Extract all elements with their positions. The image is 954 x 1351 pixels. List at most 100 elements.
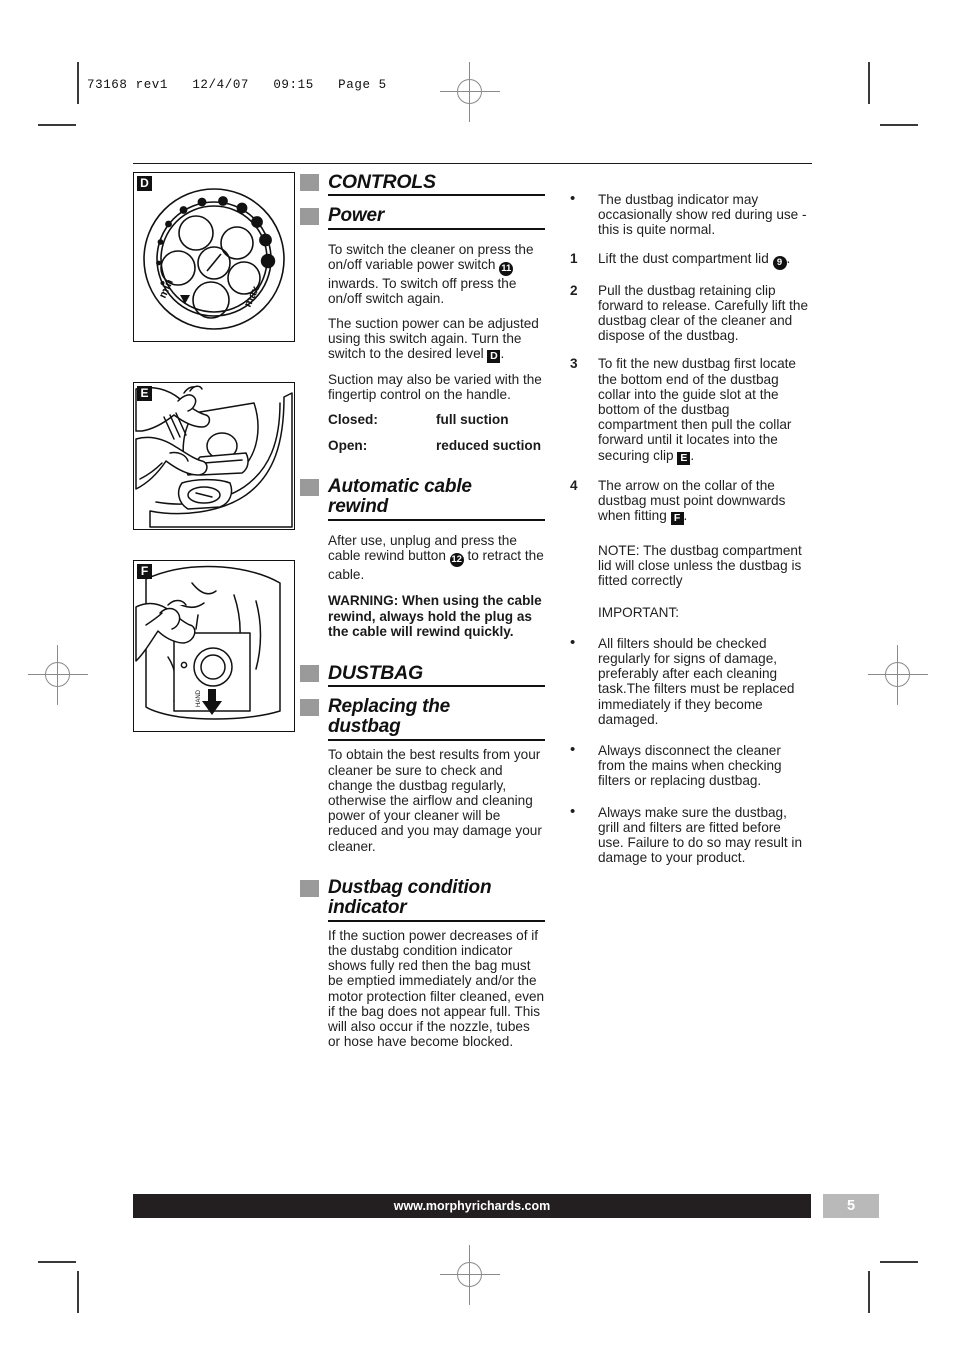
list-item-text: Lift the dust compartment lid 9. [598, 251, 810, 270]
dial-min-label: min [157, 277, 176, 300]
step-number: 1 [570, 250, 578, 266]
list-item: 1 Lift the dust compartment lid 9. [570, 251, 810, 270]
step-3-text-b: . [690, 447, 695, 463]
step-4-text-a: The arrow on the collar of the dustbag m… [598, 477, 786, 524]
bullet-marker: • [570, 741, 576, 759]
callout-badge-12: 12 [449, 553, 464, 568]
registration-mark-right [868, 645, 928, 705]
heading-marker-square [300, 208, 319, 225]
rewind-paragraph-1: After use, unplug and press the cable re… [300, 533, 545, 582]
important-label: IMPORTANT: [598, 604, 680, 620]
power-paragraph-3: Suction may also be varied with the fing… [328, 372, 542, 403]
power-p1-part-b: inwards. To switch off press the on/off … [328, 276, 517, 307]
closed-value: full suction [436, 412, 509, 428]
dustbag-collar-illustration-icon: HAND [135, 565, 281, 720]
list-item-text: To fit the new dustbag first locate the … [598, 356, 810, 465]
power-paragraph-1: To switch the cleaner on press the on/of… [300, 242, 545, 307]
callout-badge-e: E [677, 451, 691, 465]
heading-replacing-dustbag: Replacing the dustbag [300, 697, 545, 742]
list-item-text: Pull the dustbag retaining clip forward … [598, 282, 809, 344]
step-number: 3 [570, 356, 578, 372]
dustbag-clip-illustration-icon [135, 385, 293, 528]
heading-marker-square [300, 665, 319, 683]
list-item-text: The dustbag indicator may occasionally s… [598, 192, 807, 238]
registration-mark-bottom [440, 1245, 500, 1305]
heading-dustbag: DUSTBAG [300, 662, 545, 688]
heading-dustbag-text: DUSTBAG [328, 662, 424, 685]
heading-rule [328, 194, 545, 196]
figure-d: D min max [133, 172, 295, 342]
figure-e-label: E [137, 386, 152, 401]
step-3-text-a: To fit the new dustbag first locate the … [598, 356, 796, 463]
heading-indicator-text: Dustbag condition indicator [328, 876, 492, 918]
heading-rule [328, 228, 545, 230]
open-value: reduced suction [436, 437, 541, 453]
list-item: 3 To fit the new dustbag first locate th… [570, 356, 810, 465]
figure-f: F HAND [133, 560, 295, 732]
crop-mark-bottom-left-v [77, 1271, 79, 1313]
callout-badge-9: 9 [772, 255, 787, 270]
heading-rule [328, 685, 545, 688]
crop-mark-bottom-left-h [38, 1261, 76, 1263]
power-paragraph-2: The suction power can be adjusted using … [300, 315, 545, 364]
list-item: • Always make sure the dustbag, grill an… [570, 802, 810, 866]
dustbag-note: NOTE: The dustbag compartment lid will c… [598, 543, 802, 589]
figure-e: E [133, 382, 295, 530]
heading-automatic-cable-rewind: Automatic cable rewind [300, 475, 545, 521]
list-item-text: All filters should be checked regularly … [598, 635, 795, 727]
callout-badge-f: F [670, 512, 684, 526]
registration-mark-top [440, 62, 500, 122]
heading-marker-square [300, 478, 319, 496]
step-number: 4 [570, 477, 578, 493]
heading-marker-square [300, 699, 319, 717]
heading-power-text: Power [328, 205, 385, 226]
list-item: • The dustbag indicator may occasionally… [570, 190, 810, 238]
power-p2-part-b: . [500, 346, 505, 362]
figure-d-label: D [137, 176, 152, 191]
list-item: • Always disconnect the cleaner from the… [570, 741, 810, 789]
heading-rule [328, 518, 545, 521]
rewind-warning: WARNING: When using the cable rewind, al… [328, 593, 542, 640]
list-item: • All filters should be checked regularl… [570, 633, 810, 727]
heading-marker-square [300, 174, 319, 191]
power-dial-icon: min max [143, 188, 285, 330]
bullet-marker: • [570, 802, 576, 820]
bullet-marker: • [570, 633, 576, 651]
suction-row-open: Open: reduced suction [300, 438, 545, 453]
heading-controls-text: CONTROLS [328, 171, 436, 193]
heading-power: Power [300, 206, 545, 230]
callout-badge-11: 11 [499, 262, 514, 277]
power-p2-part-a: The suction power can be adjusted using … [328, 315, 539, 362]
footer-url[interactable]: www.morphyrichards.com [133, 1194, 811, 1218]
crop-mark-bottom-right-h [880, 1261, 918, 1263]
bullet-marker: • [570, 190, 576, 207]
prepress-header: 73168 rev1 12/4/07 09:15 Page 5 [87, 78, 387, 92]
crop-mark-bottom-right-v [868, 1271, 870, 1313]
page-footer: www.morphyrichards.com 5 [133, 1194, 879, 1218]
step-1-text-a: Lift the dust compartment lid [598, 250, 773, 266]
heading-rewind-text: Automatic cable rewind [328, 475, 472, 517]
step-4-text-b: . [683, 508, 688, 524]
collar-arrow-text: HAND [196, 689, 202, 707]
list-item-text: The arrow on the collar of the dustbag m… [598, 477, 810, 526]
heading-dustbag-condition-indicator: Dustbag condition indicator [300, 876, 545, 922]
step-number: 2 [570, 282, 578, 298]
suction-row-closed: Closed: full suction [300, 412, 545, 427]
figure-column: D min max E F HAND [133, 172, 295, 750]
middle-text-column: CONTROLS Power To switch the cleaner on … [300, 172, 545, 1050]
heading-rule [328, 919, 545, 922]
closed-label: Closed: [328, 412, 378, 428]
crop-mark-top-right-v [868, 62, 870, 104]
heading-marker-square [300, 879, 319, 897]
open-label: Open: [328, 437, 368, 453]
registration-mark-left [28, 645, 88, 705]
crop-mark-top-left-v [77, 62, 79, 104]
crop-mark-top-left-h [38, 124, 76, 126]
replacing-paragraph-1: To obtain the best results from your cle… [328, 747, 542, 854]
callout-badge-d: D [487, 350, 501, 364]
page-top-rule [133, 163, 812, 164]
list-item: 4 The arrow on the collar of the dustbag… [570, 477, 810, 526]
list-item-text: Always disconnect the cleaner from the m… [598, 743, 782, 789]
right-text-column: • The dustbag indicator may occasionally… [570, 172, 810, 879]
crop-mark-top-right-h [880, 124, 918, 126]
